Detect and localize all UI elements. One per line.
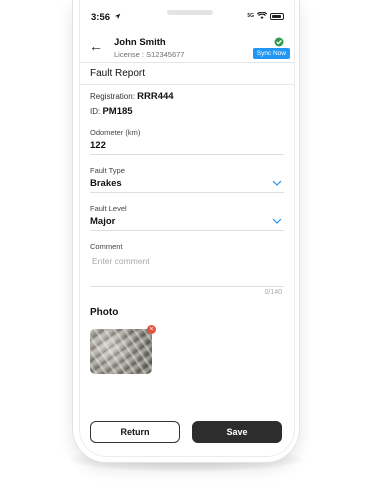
status-bar: 3:56 5G bbox=[80, 0, 294, 34]
fault-type-label: Fault Type bbox=[90, 166, 125, 175]
battery-icon bbox=[270, 12, 284, 20]
app-screen: 3:56 5G ← John Smith License : S12345677 bbox=[79, 0, 295, 457]
status-time: 3:56 bbox=[91, 12, 111, 23]
sync-now-button[interactable]: Sync Now bbox=[252, 48, 290, 59]
tyre-photo-thumbnail[interactable] bbox=[90, 329, 152, 374]
id-label: ID: bbox=[90, 107, 101, 116]
notch bbox=[167, 10, 213, 15]
registration-label: Registration: bbox=[90, 92, 135, 101]
header-divider bbox=[80, 62, 294, 63]
phone-frame: 3:56 5G ← John Smith License : S12345677 bbox=[72, 0, 300, 463]
fault-level-select[interactable]: Major bbox=[90, 216, 115, 227]
comment-label: Comment bbox=[90, 242, 123, 251]
odometer-field[interactable]: 122 bbox=[90, 140, 106, 151]
wifi-icon bbox=[257, 12, 267, 19]
sync-check-icon bbox=[274, 37, 284, 47]
fault-type-underline bbox=[90, 192, 284, 193]
chevron-down-icon[interactable] bbox=[272, 180, 282, 186]
registration-row: Registration: RRR444 bbox=[90, 91, 174, 102]
fault-level-label: Fault Level bbox=[90, 204, 127, 213]
photo-title: Photo bbox=[90, 307, 119, 318]
save-button[interactable]: Save bbox=[192, 421, 282, 443]
fault-level-underline bbox=[90, 230, 284, 231]
comment-counter: 0/140 bbox=[264, 289, 282, 296]
signal-label: 5G bbox=[247, 13, 254, 19]
return-button[interactable]: Return bbox=[90, 421, 180, 443]
fault-type-select[interactable]: Brakes bbox=[90, 178, 122, 189]
odometer-underline bbox=[90, 154, 284, 155]
app-header: ← John Smith License : S12345677 Sync No… bbox=[80, 34, 294, 62]
back-arrow-icon[interactable]: ← bbox=[89, 39, 103, 53]
status-right: 5G bbox=[247, 12, 284, 20]
registration-value: RRR444 bbox=[137, 91, 174, 102]
title-divider bbox=[80, 84, 294, 85]
chevron-down-icon[interactable] bbox=[272, 218, 282, 224]
odometer-label: Odometer (km) bbox=[90, 128, 141, 137]
id-value: PM185 bbox=[102, 106, 133, 117]
id-row: ID: PM185 bbox=[90, 106, 133, 117]
location-arrow-icon bbox=[114, 13, 121, 20]
comment-input[interactable]: Enter comment bbox=[92, 256, 150, 266]
comment-underline bbox=[90, 286, 284, 287]
driver-license: License : S12345677 bbox=[114, 50, 185, 59]
form-title: Fault Report bbox=[90, 68, 146, 79]
driver-name: John Smith bbox=[114, 37, 166, 48]
remove-photo-icon[interactable]: × bbox=[147, 325, 156, 334]
